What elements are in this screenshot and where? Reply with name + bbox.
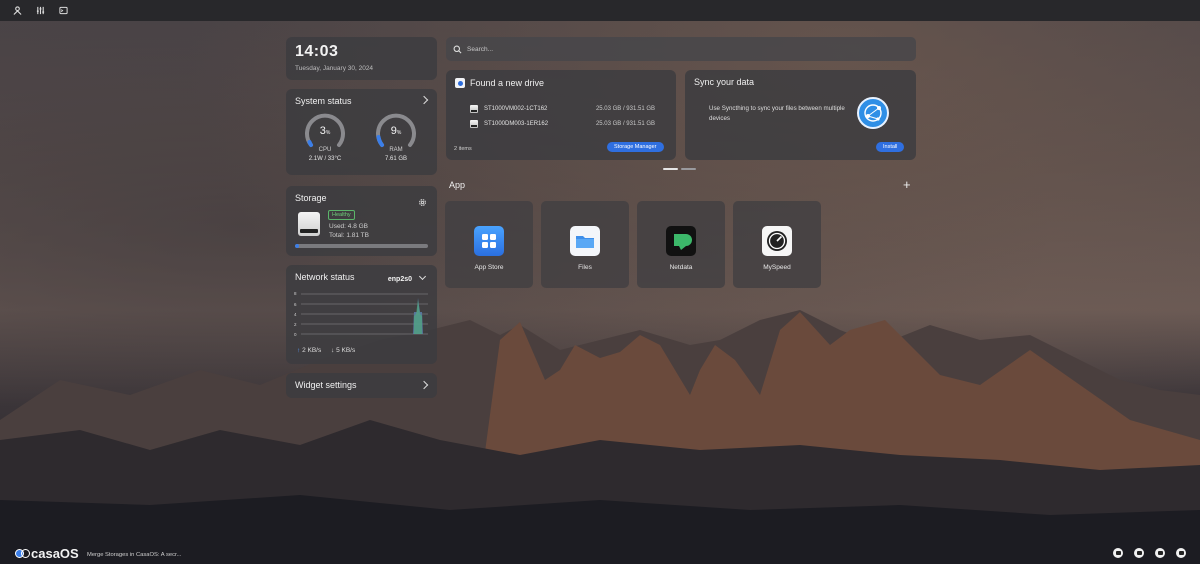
app-store-icon — [474, 226, 504, 256]
search-bar[interactable] — [446, 37, 916, 61]
app-name: MySpeed — [763, 264, 791, 271]
search-input[interactable] — [467, 45, 867, 53]
storage-usage-fill — [295, 244, 299, 248]
footer-social-icons — [1113, 548, 1186, 558]
clock-date: Tuesday, January 30, 2024 — [295, 65, 374, 72]
y-tick: 2 — [294, 322, 297, 327]
storage-usage-bar — [295, 244, 428, 248]
app-name: Files — [578, 264, 592, 271]
system-status-widget: System status 3% CPU 2.1W / 33°C 9% RAM … — [286, 89, 437, 175]
drive-name: ST1000DM003-1ER162 — [484, 121, 549, 127]
cpu-value: 3% — [319, 125, 331, 137]
cpu-power-temp: 2.1W / 33°C — [308, 156, 342, 162]
speedometer-icon — [762, 226, 792, 256]
download-area — [414, 300, 422, 334]
folder-icon — [570, 226, 600, 256]
install-button[interactable]: Install — [876, 142, 905, 152]
drive-size: 25.03 GB / 931.51 GB — [595, 121, 655, 127]
upload-arrow-icon: ↑ — [297, 347, 301, 354]
app-tile-files[interactable]: Files — [541, 201, 629, 288]
ram-size: 7.61 GB — [384, 156, 407, 162]
drive-name: ST1000VM002-1CT162 — [484, 106, 548, 112]
storage-total: Total: 1.81 TB — [329, 232, 369, 239]
brand-name: casaOS — [31, 546, 79, 561]
carousel-dot-active[interactable] — [663, 168, 678, 170]
download-arrow-icon: ↓ — [331, 347, 335, 354]
user-icon[interactable] — [12, 5, 23, 16]
health-badge: Healthy — [328, 210, 355, 220]
system-status-title: System status — [295, 96, 352, 106]
download-speed: ↓ 5 KB/s — [331, 347, 356, 354]
carousel-indicator[interactable] — [663, 168, 696, 170]
y-tick: 6 — [294, 302, 297, 307]
y-tick: 8 — [294, 292, 297, 296]
drive-icon — [470, 105, 478, 113]
widget-settings-title: Widget settings — [295, 380, 357, 390]
app-name: Netdata — [669, 264, 693, 271]
upload-speed: ↑ 2 KB/s — [297, 347, 322, 354]
app-tile-netdata[interactable]: Netdata — [637, 201, 725, 288]
top-bar — [0, 0, 1200, 21]
drive-icon — [470, 120, 478, 128]
storage-title: Storage — [295, 193, 327, 203]
cpu-gauge: 3% CPU 2.1W / 33°C — [303, 113, 347, 162]
casaos-logo-ring — [21, 549, 30, 558]
website-icon[interactable] — [1176, 548, 1186, 558]
app-tile-app-store[interactable]: App Store — [445, 201, 533, 288]
sync-title: Sync your data — [694, 77, 755, 87]
ram-gauge: 9% RAM 7.61 GB — [374, 113, 418, 162]
drive-size: 25.03 GB / 931.51 GB — [595, 106, 655, 112]
new-drive-title: Found a new drive — [455, 78, 667, 88]
y-tick: 4 — [294, 312, 297, 317]
interface-selector[interactable]: enp2s0 — [388, 276, 412, 283]
terminal-icon[interactable] — [58, 5, 69, 16]
disk-icon — [298, 212, 320, 236]
apps-section-title: App — [449, 180, 466, 190]
storage-widget: Storage Healthy Used: 4.8 GB Total: 1.81… — [286, 186, 437, 256]
gear-icon[interactable] — [418, 194, 427, 206]
add-app-button[interactable]: + — [903, 178, 911, 191]
new-drive-title-text: Found a new drive — [470, 78, 545, 88]
footer: casaOS Merge Storages in CasaOS: A secr.… — [0, 540, 1200, 564]
drive-count: 2 items — [454, 146, 472, 152]
drive-item[interactable]: ST1000VM002-1CT162 25.03 GB / 931.51 GB — [470, 103, 670, 115]
clock-time: 14:03 — [295, 43, 339, 60]
search-icon — [453, 45, 462, 53]
carousel-dot[interactable] — [681, 168, 696, 170]
sliders-icon[interactable] — [35, 5, 46, 16]
sync-description: Use Syncthing to sync your files between… — [709, 105, 845, 122]
app-name: App Store — [474, 264, 504, 271]
y-tick: 0 — [294, 332, 297, 337]
widget-settings-button[interactable]: Widget settings — [286, 373, 437, 398]
storage-used: Used: 4.8 GB — [329, 223, 369, 230]
app-tile-myspeed[interactable]: MySpeed — [733, 201, 821, 288]
github-icon[interactable] — [1155, 548, 1165, 558]
syncthing-icon — [857, 97, 889, 129]
network-status-widget: Network status enp2s0 8 6 4 2 0 ↑ 2 KB/s… — [286, 265, 437, 364]
storage-manager-button[interactable]: Storage Manager — [607, 142, 664, 152]
casaos-logo[interactable]: casaOS — [15, 546, 79, 561]
casaos-logo-icon — [455, 78, 465, 88]
clock-widget: 14:03 Tuesday, January 30, 2024 — [286, 37, 437, 80]
news-link[interactable]: Merge Storages in CasaOS: A secr... — [87, 552, 181, 558]
drive-item[interactable]: ST1000DM003-1ER162 25.03 GB / 931.51 GB — [470, 118, 670, 130]
ram-value: 9% — [390, 125, 402, 137]
netdata-icon — [666, 226, 696, 256]
network-chart: 8 6 4 2 0 — [294, 292, 428, 337]
discord-icon[interactable] — [1113, 548, 1123, 558]
community-icon[interactable] — [1134, 548, 1144, 558]
